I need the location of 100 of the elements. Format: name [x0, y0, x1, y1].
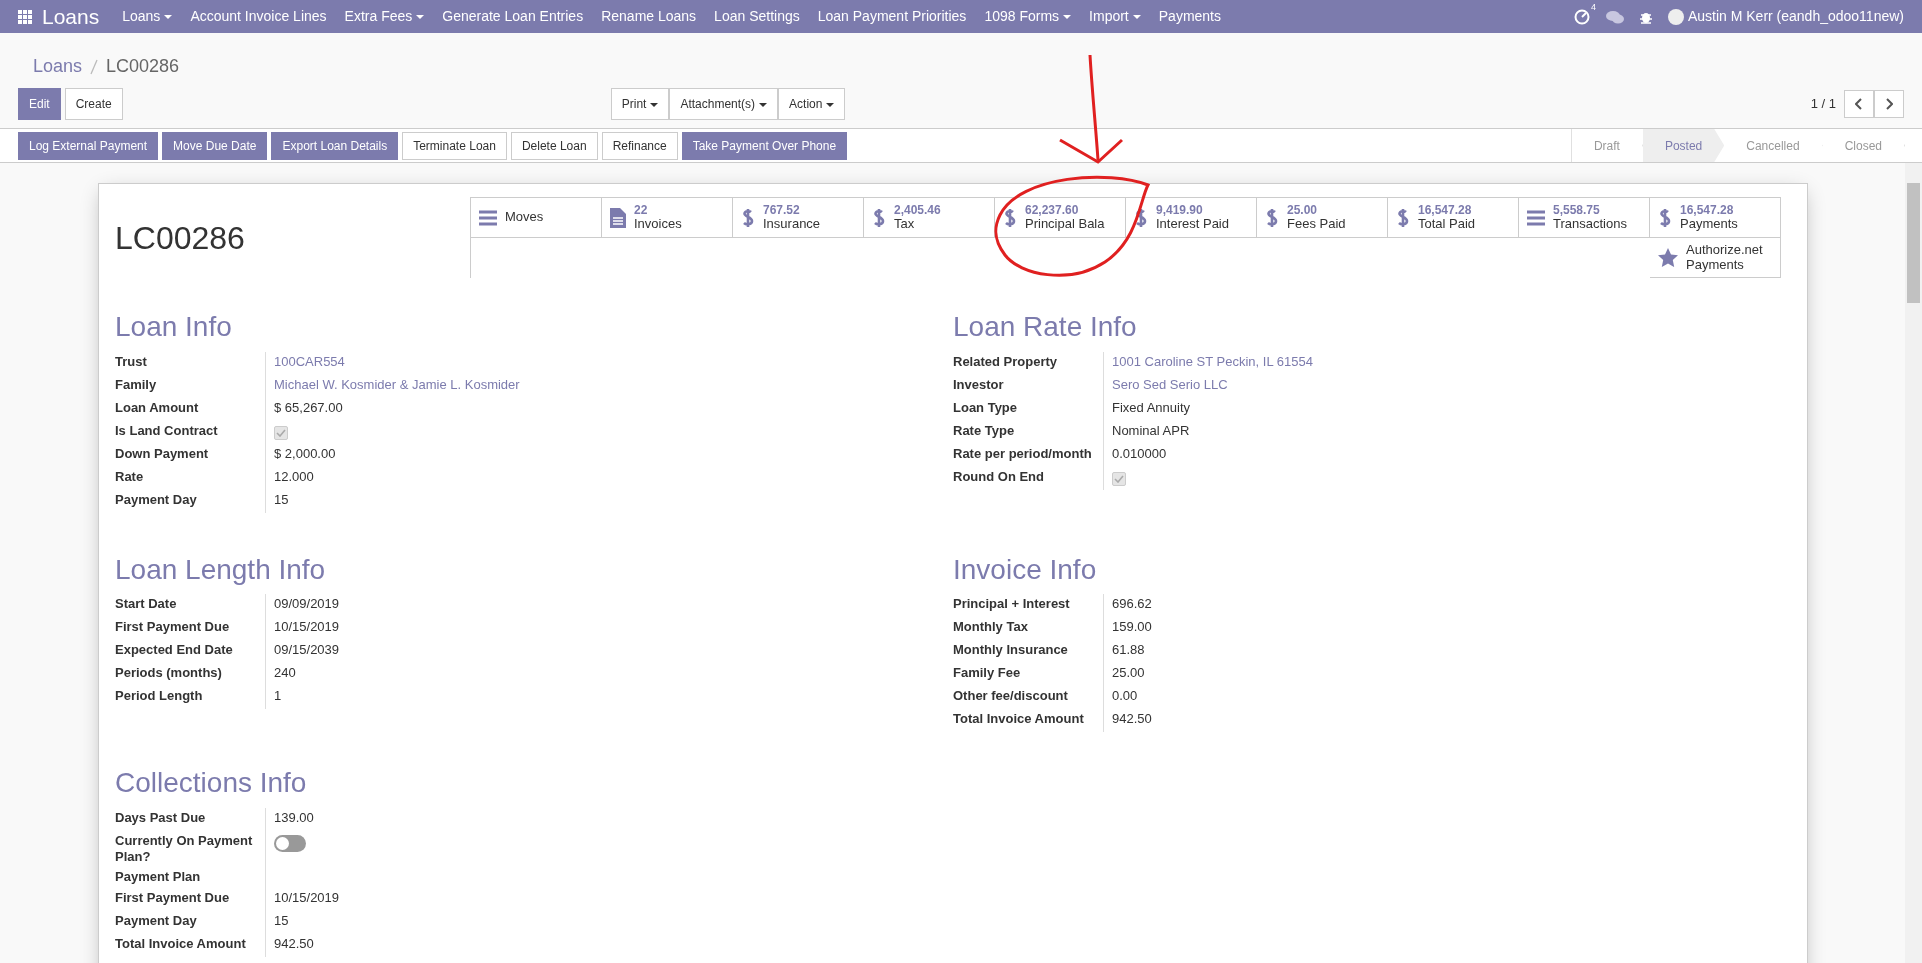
chevron-right-icon[interactable]	[1885, 98, 1893, 110]
menu-button[interactable]: Action	[778, 88, 846, 120]
create-button[interactable]: Create	[64, 88, 123, 120]
status-step[interactable]: Draft	[1571, 129, 1643, 162]
avatar-icon	[1667, 8, 1684, 25]
stat-value: 62,237.60	[1025, 203, 1080, 217]
header-button[interactable]: Terminate Loan	[402, 131, 507, 160]
menu-item[interactable]: Account Invoice Lines	[181, 6, 336, 27]
header-button[interactable]: Refinance	[601, 131, 678, 160]
breadcrumb-separator-icon	[90, 59, 99, 76]
menu-item[interactable]: Extra Fees	[335, 6, 434, 27]
field-link[interactable]: Michael W. Kosmider & Jamie L. Kosmider	[274, 376, 520, 392]
field-label: Loan Type	[953, 398, 1019, 417]
section-heading: Loan Rate Info	[953, 310, 1138, 344]
scrollbar-thumb[interactable]	[1907, 183, 1920, 303]
section-heading: Loan Info	[115, 310, 233, 344]
menu-item[interactable]: Loans	[113, 6, 182, 27]
stat-button[interactable]: 16,547.28 Total Paid	[1388, 198, 1519, 238]
next-button[interactable]	[1874, 90, 1904, 118]
field-label: Family	[115, 375, 158, 394]
field-value: $ 65,267.00	[274, 399, 343, 415]
checkbox[interactable]	[1112, 471, 1126, 486]
stat-value: 2,405.46	[894, 203, 941, 217]
field-value: 61.88	[1112, 642, 1145, 658]
stat-button[interactable]: 2,405.46 Tax	[864, 198, 995, 238]
menu-item[interactable]: Loan Settings	[705, 6, 809, 27]
field-label: Total Invoice Amount	[115, 934, 247, 953]
field-value: 240	[274, 665, 296, 681]
chat-icon[interactable]	[1605, 9, 1624, 24]
menu-item[interactable]: Generate Loan Entries	[433, 6, 593, 27]
field-label: Other fee/discount	[953, 687, 1069, 706]
checkbox[interactable]	[274, 425, 288, 440]
stat-label: Invoices	[634, 216, 682, 232]
stat-button[interactable]: 16,547.28 Payments	[1650, 198, 1781, 238]
dollar-icon	[1265, 206, 1279, 229]
field-value: 12.000	[274, 468, 314, 484]
previous-button[interactable]	[1844, 90, 1874, 118]
field-label: Period Length	[115, 687, 204, 706]
stat-button[interactable]: 22 Invoices	[602, 198, 733, 238]
status-step[interactable]: Closed	[1822, 129, 1905, 162]
field-label: Rate	[115, 467, 145, 486]
menu-item[interactable]: Rename Loans	[592, 6, 706, 27]
field-link[interactable]: 1001 Caroline ST Peckin, IL 61554	[1112, 353, 1313, 369]
stat-label: Total Paid	[1418, 216, 1476, 232]
activity-count: 4	[1590, 0, 1596, 14]
stat-button[interactable]: Authorize.net Payments	[1650, 238, 1781, 278]
field-value: Fixed Annuity	[1112, 399, 1191, 415]
field-label: First Payment Due	[115, 888, 231, 907]
toggle-switch[interactable]	[274, 834, 306, 852]
field-label: Payment Plan	[115, 868, 202, 887]
dollar-icon	[1134, 206, 1148, 229]
field-label: Related Property	[953, 352, 1059, 371]
stat-button[interactable]: 25.00 Fees Paid	[1257, 198, 1388, 238]
menu-item[interactable]: Loan Payment Priorities	[808, 6, 976, 27]
dollar-icon	[741, 206, 755, 229]
stat-button[interactable]: 767.52 Insurance	[733, 198, 864, 238]
header-button[interactable]: Take Payment Over Phone	[681, 131, 848, 160]
menu-item[interactable]: Import	[1080, 6, 1150, 27]
stat-label: Fees Paid	[1287, 216, 1346, 232]
header-button[interactable]: Move Due Date	[162, 131, 268, 160]
status-step[interactable]: Posted	[1642, 129, 1725, 162]
apps-menu-icon[interactable]	[18, 9, 32, 24]
menu-item[interactable]: 1098 Forms	[975, 6, 1081, 27]
app-title: Loans	[42, 3, 100, 30]
field-label: First Payment Due	[115, 618, 231, 637]
chevron-left-icon[interactable]	[1855, 98, 1863, 110]
stat-label: Payments	[1680, 216, 1738, 232]
header-button[interactable]: Export Loan Details	[271, 131, 399, 160]
field-label: Loan Amount	[115, 398, 200, 417]
field-value: Nominal APR	[1112, 422, 1190, 438]
field-value: 159.00	[1112, 619, 1152, 635]
field-label: Rate per period/month	[953, 444, 1093, 463]
edit-button[interactable]: Edit	[18, 88, 61, 120]
field-label: Rate Type	[953, 421, 1016, 440]
field-link[interactable]: 100CAR554	[274, 353, 345, 369]
status-step[interactable]: Cancelled	[1724, 129, 1823, 162]
field-label: Monthly Tax	[953, 618, 1029, 637]
field-link[interactable]: Sero Sed Serio LLC	[1112, 376, 1228, 392]
section-heading: Loan Length Info	[115, 552, 327, 587]
field-label: Payment Day	[115, 911, 198, 930]
user-name[interactable]: Austin M Kerr (eandh_odoo11new)	[1687, 6, 1904, 27]
breadcrumb-link[interactable]: Loans	[33, 56, 83, 76]
menu-button[interactable]: Attachment(s)	[669, 88, 779, 120]
stat-label: Transactions	[1553, 216, 1627, 232]
stat-button[interactable]: Moves	[471, 198, 602, 238]
field-label: Is Land Contract	[115, 421, 219, 440]
stat-button[interactable]: 62,237.60 Principal Bala	[995, 198, 1126, 238]
stat-button[interactable]: 9,419.90 Interest Paid	[1126, 198, 1257, 238]
menu-button[interactable]: Print	[610, 88, 670, 120]
stat-button[interactable]: 5,558.75 Transactions	[1519, 198, 1650, 238]
stat-label: Authorize.net Payments	[1686, 243, 1764, 272]
field-value: 696.62	[1112, 596, 1152, 612]
dollar-icon	[1658, 206, 1672, 229]
header-button[interactable]: Log External Payment	[18, 131, 159, 160]
field-label: Family Fee	[953, 664, 1022, 683]
stat-value: 9,419.90	[1156, 203, 1204, 217]
menu-item[interactable]: Payments	[1149, 6, 1230, 27]
field-label: Start Date	[115, 595, 178, 614]
field-value: 10/15/2019	[274, 619, 340, 635]
header-button[interactable]: Delete Loan	[510, 131, 598, 160]
